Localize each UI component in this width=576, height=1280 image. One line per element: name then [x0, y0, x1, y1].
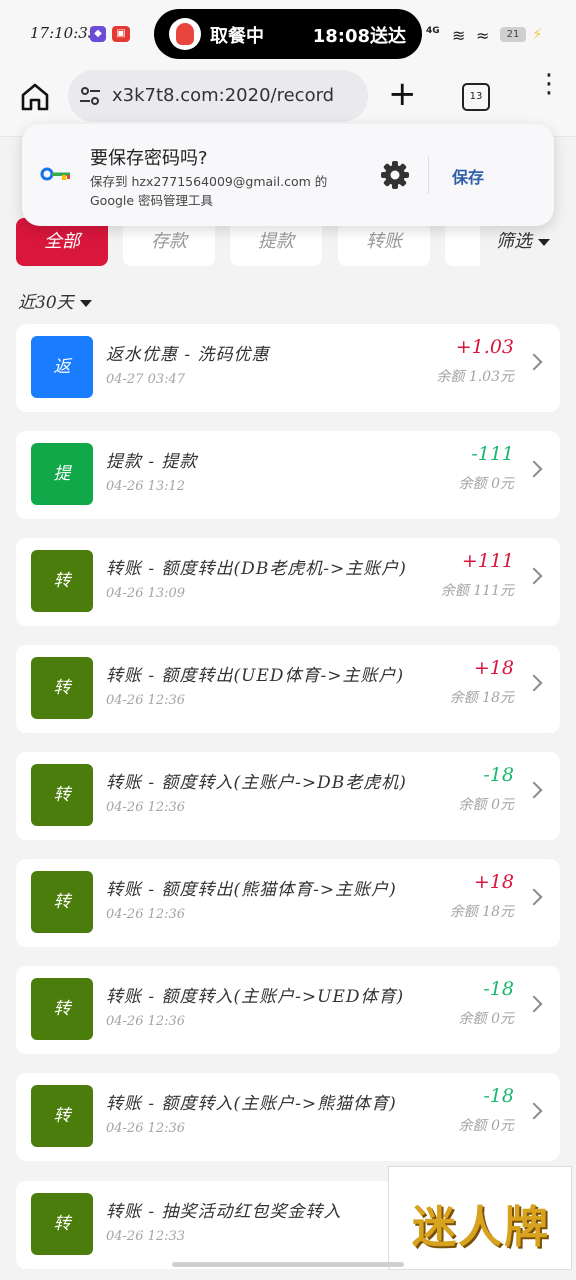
tab-switcher-button[interactable]: 13	[462, 83, 490, 111]
record-type-badge: 提	[31, 443, 93, 505]
chevron-right-icon	[525, 888, 543, 906]
charging-icon: ⚡	[532, 25, 543, 43]
record-type-badge: 转	[31, 550, 93, 612]
record-type-badge: 转	[31, 871, 93, 933]
chevron-down-icon	[79, 300, 92, 307]
chevron-right-icon	[525, 567, 543, 585]
record-balance: 余额 0元	[458, 797, 514, 813]
delivery-eta: 18:08送达	[312, 26, 406, 47]
record-amount: +1.03	[455, 336, 514, 358]
record-date: 04-26 12:33	[106, 1229, 186, 1244]
record-title: 转账 - 额度转出(UED体育->主账户)	[106, 666, 405, 686]
address-bar[interactable]: x3k7t8.com:2020/record	[68, 70, 368, 122]
list-item[interactable]: 转 转账 - 额度转出(DB老虎机->主账户) 04-26 13:09 +111…	[16, 538, 560, 626]
record-amount: -18	[483, 978, 514, 1000]
network-type: 4G	[426, 26, 440, 36]
record-balance: 余额 111元	[440, 583, 514, 599]
list-item[interactable]: 返 返水优惠 - 洗码优惠 04-27 03:47 +1.03 余额 1.03元	[16, 324, 560, 412]
app-notification-icon: ◆	[90, 26, 106, 42]
record-title: 转账 - 额度转入(主账户->UED体育)	[106, 987, 405, 1007]
record-amount: +18	[473, 657, 514, 679]
delivery-status: 取餐中	[210, 26, 264, 47]
record-amount: +18	[473, 871, 514, 893]
record-date: 04-26 13:12	[106, 479, 186, 494]
record-balance: 余额 18元	[449, 904, 514, 920]
chevron-right-icon	[525, 674, 543, 692]
record-type-badge: 转	[31, 1193, 93, 1255]
record-type-badge: 转	[31, 978, 93, 1040]
record-balance: 余额 1.03元	[436, 369, 514, 385]
record-type-badge: 转	[31, 657, 93, 719]
save-password-button[interactable]: 保存	[452, 164, 484, 188]
record-date: 04-26 12:36	[106, 907, 186, 922]
save-password-prompt: 要保存密码吗? 保存到 hzx2771564009@gmail.com 的 Go…	[22, 124, 554, 226]
record-title: 转账 - 抽奖活动红包奖金转入	[106, 1202, 342, 1222]
record-date: 04-27 03:47	[106, 372, 186, 387]
url-text[interactable]: x3k7t8.com:2020/record	[112, 85, 334, 106]
list-item[interactable]: 转 转账 - 额度转出(熊猫体育->主账户) 04-26 12:36 +18 余…	[16, 859, 560, 947]
app-notification-icon-2: ▣	[112, 26, 130, 42]
list-item[interactable]: 转 转账 - 额度转入(主账户->DB老虎机) 04-26 12:36 -18 …	[16, 752, 560, 840]
prompt-description: 保存到 hzx2771564009@gmail.com 的 Google 密码管…	[90, 174, 328, 208]
record-type-badge: 返	[31, 336, 93, 398]
delivery-live-activity[interactable]: 取餐中 18:08送达	[154, 9, 422, 59]
list-item[interactable]: 转 转账 - 额度转入(主账户->UED体育) 04-26 12:36 -18 …	[16, 966, 560, 1054]
record-balance: 余额 0元	[458, 1118, 514, 1134]
list-item[interactable]: 转 转账 - 额度转出(UED体育->主账户) 04-26 12:36 +18 …	[16, 645, 560, 733]
watermark-text: 迷人牌	[412, 1202, 550, 1253]
record-title: 转账 - 额度转入(主账户->熊猫体育)	[106, 1094, 397, 1114]
system-indicators: 4G ≋ ≈ 21 ⚡	[426, 24, 556, 46]
record-balance: 余额 0元	[458, 476, 514, 492]
record-date: 04-26 12:36	[106, 800, 186, 815]
record-amount: -18	[483, 764, 514, 786]
key-icon	[40, 167, 70, 181]
chevron-right-icon	[525, 995, 543, 1013]
record-title: 转账 - 额度转入(主账户->DB老虎机)	[106, 773, 407, 793]
list-item[interactable]: 转 转账 - 额度转入(主账户->熊猫体育) 04-26 12:36 -18 余…	[16, 1073, 560, 1161]
chevron-right-icon	[525, 1102, 543, 1120]
watermark-logo: 迷人牌	[388, 1166, 572, 1270]
record-title: 转账 - 额度转出(熊猫体育->主账户)	[106, 880, 397, 900]
record-amount: +111	[461, 550, 514, 572]
chevron-down-icon	[538, 238, 550, 246]
record-type-badge: 转	[31, 764, 93, 826]
record-title: 转账 - 额度转出(DB老虎机->主账户)	[106, 559, 407, 579]
record-type-badge: 转	[31, 1085, 93, 1147]
signal-icon: ≋	[452, 26, 466, 45]
more-menu-icon[interactable]: ⋮	[536, 71, 562, 97]
list-item[interactable]: 提 提款 - 提款 04-26 13:12 -111 余额 0元	[16, 431, 560, 519]
battery-icon: 21	[500, 27, 526, 42]
record-date: 04-26 13:09	[106, 586, 186, 601]
chevron-right-icon	[525, 353, 543, 371]
record-balance: 余额 18元	[449, 690, 514, 706]
gear-icon[interactable]	[378, 158, 412, 192]
record-title: 提款 - 提款	[106, 452, 198, 472]
home-indicator	[172, 1262, 404, 1267]
wifi-icon: ≈	[476, 26, 490, 45]
status-time: 17:10:35	[30, 24, 98, 42]
home-icon[interactable]	[18, 80, 52, 114]
record-list: 返 返水优惠 - 洗码优惠 04-27 03:47 +1.03 余额 1.03元…	[0, 324, 576, 1280]
record-date: 04-26 12:36	[106, 1014, 186, 1029]
new-tab-plus-icon[interactable]: +	[388, 76, 417, 112]
status-bar: 17:10:35 ◆ ▣ 取餐中 18:08送达 4G ≋ ≈ 21 ⚡	[0, 0, 576, 66]
record-amount: -18	[483, 1085, 514, 1107]
chevron-right-icon	[525, 460, 543, 478]
filter-label: 筛选	[496, 231, 532, 252]
courier-avatar-icon	[169, 18, 201, 50]
prompt-title: 要保存密码吗?	[90, 148, 208, 169]
date-range-label: 近30天	[18, 293, 74, 313]
record-title: 返水优惠 - 洗码优惠	[106, 345, 270, 365]
date-range-dropdown[interactable]: 近30天	[18, 288, 92, 313]
chevron-right-icon	[525, 781, 543, 799]
record-amount: -111	[471, 443, 514, 465]
record-balance: 余额 0元	[458, 1011, 514, 1027]
site-settings-icon[interactable]	[78, 84, 102, 108]
record-date: 04-26 12:36	[106, 693, 186, 708]
divider	[428, 156, 429, 194]
record-date: 04-26 12:36	[106, 1121, 186, 1136]
